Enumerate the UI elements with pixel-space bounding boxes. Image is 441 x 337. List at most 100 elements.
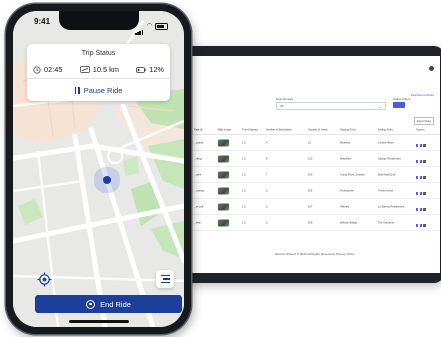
view-icon[interactable]: [416, 208, 419, 211]
date-filter-select[interactable]: All ⌄: [276, 102, 386, 110]
apply-filter-button[interactable]: [393, 102, 405, 108]
start-point: Willows Bridge: [340, 221, 358, 224]
col-users: Number of Users: [308, 128, 328, 132]
table-row[interactable]: ...et Loft 1.5 2 107 Hillcrest Lo Bambo …: [190, 199, 440, 215]
bookmarks: 2: [266, 221, 268, 224]
col-actions: Actions: [416, 128, 425, 132]
bike-thumbnail: [218, 139, 229, 146]
end-point: Skybay Residences: [378, 157, 401, 160]
admin-dashboard-screen: Dashboard Rides Date Rentals All ⌄ Statu…: [190, 56, 440, 273]
pause-ride-button[interactable]: Pause Ride: [27, 83, 170, 97]
end-ride-button[interactable]: End Ride: [35, 295, 182, 313]
col-bookmarks: Number of Bookmarks: [266, 128, 292, 132]
crosshair-icon: [37, 272, 52, 287]
ride-id: ...nceasy: [194, 189, 205, 192]
end-point: Tennis Arena: [378, 189, 393, 192]
clock-icon: [33, 65, 41, 74]
time-elapsed: 1.5: [242, 205, 246, 208]
table-row[interactable]: ...urbs 1.5 7 150 Grand Plaza Junction M…: [190, 167, 440, 183]
time-elapsed: 1.5: [242, 173, 246, 176]
view-icon[interactable]: [416, 224, 419, 227]
chevron-down-icon: ⌄: [378, 104, 382, 109]
users: 105: [308, 189, 313, 192]
end-point: Lo Bambo Residences: [378, 205, 405, 208]
table-row[interactable]: ...rking 1.5 8 120 Beachline Skybay Resi…: [190, 151, 440, 167]
table-row[interactable]: ...ekin 1.5 2 109 Willows Bridge The Gar…: [190, 215, 440, 231]
table-row[interactable]: ...nceasy 1.5 2 105 Forestacres Tennis A…: [190, 183, 440, 199]
edit-icon[interactable]: [419, 144, 423, 147]
edit-icon[interactable]: [419, 192, 423, 195]
time-elapsed: 1.5: [242, 141, 246, 144]
bookmarks: 4: [266, 141, 268, 144]
trip-time-value: 02:45: [44, 65, 63, 74]
phone-notch: [58, 11, 139, 30]
delete-icon[interactable]: [423, 224, 426, 227]
edit-icon[interactable]: [419, 224, 423, 227]
col-time: Time Elapsed: [242, 128, 258, 132]
col-bike-image: Bike Image: [218, 128, 231, 132]
users: 10: [308, 141, 311, 144]
status-bar-icons: ◠: [135, 17, 168, 35]
delete-icon[interactable]: [423, 192, 426, 195]
home-indicator[interactable]: [68, 320, 129, 323]
end-point: Central Metro: [378, 141, 394, 144]
distance-icon: [79, 66, 90, 73]
time-elapsed: 1.5: [242, 189, 246, 192]
trip-battery-value: 12%: [149, 65, 164, 74]
battery-icon: [136, 66, 146, 73]
pause-icon: [74, 86, 80, 94]
status-bar-time: 9:41: [34, 17, 51, 26]
trip-time: 02:45: [33, 65, 63, 74]
delete-icon[interactable]: [423, 176, 426, 179]
view-icon[interactable]: [416, 160, 419, 163]
view-icon[interactable]: [416, 144, 419, 147]
end-point: Mall Road End: [378, 173, 396, 176]
laptop-device: Dashboard Rides Date Rentals All ⌄ Statu…: [150, 46, 441, 283]
status-filter-label: Status Filters: [393, 97, 411, 101]
bookmarks: 2: [266, 205, 268, 208]
users: 150: [308, 173, 313, 176]
ride-id: ...urbs: [194, 173, 202, 176]
bookmarks: 7: [266, 173, 268, 176]
ride-tracking-screen: 9:41 ◠ Trip Status 02:45 10.5 km 12% Pau…: [13, 11, 184, 327]
ride-id: ...et Loft: [194, 205, 204, 208]
bike-thumbnail: [218, 187, 229, 194]
start-point: Hillcrest: [340, 205, 350, 208]
card-divider: [27, 78, 170, 79]
delete-icon[interactable]: [423, 160, 426, 163]
delete-icon[interactable]: [423, 144, 426, 147]
ride-id: ...rking: [194, 157, 202, 160]
menu-button[interactable]: [156, 270, 174, 288]
col-ride-id: Ride Id: [194, 128, 203, 132]
recenter-button[interactable]: [37, 272, 52, 287]
time-elapsed: 1.5: [242, 157, 246, 160]
start-point: Forestacres: [340, 189, 354, 192]
top-nav-links[interactable]: Dashboard Rides: [411, 94, 434, 97]
row-actions: [416, 214, 427, 232]
user-icon[interactable]: [429, 66, 434, 71]
battery-status-icon: [155, 22, 168, 30]
edit-icon[interactable]: [419, 208, 423, 211]
ride-id: ...ccbna: [194, 141, 204, 144]
export-button[interactable]: Export Data: [414, 117, 434, 125]
pause-ride-label: Pause Ride: [83, 85, 123, 95]
rides-table: Ride Id Bike Image Time Elapsed Number o…: [190, 126, 440, 231]
edit-icon[interactable]: [419, 160, 423, 163]
table-row[interactable]: ...ccbna 1.5 4 10 Rinkview Central Metro: [190, 135, 440, 151]
trip-status-title: Trip Status: [81, 50, 116, 57]
trip-stats: 02:45 10.5 km 12%: [33, 65, 164, 74]
trip-status-card: Trip Status 02:45 10.5 km 12% Pause Ride: [27, 44, 170, 101]
trip-distance-value: 10.5 km: [92, 65, 119, 74]
users: 107: [308, 205, 313, 208]
view-icon[interactable]: [416, 176, 419, 179]
menu-icon: [160, 275, 170, 277]
end-point: The Gardenia: [378, 221, 394, 224]
trip-distance: 10.5 km: [79, 65, 119, 74]
bike-thumbnail: [218, 155, 229, 162]
signal-icon: [135, 17, 144, 35]
view-icon[interactable]: [416, 192, 419, 195]
delete-icon[interactable]: [423, 208, 426, 211]
users: 109: [308, 221, 313, 224]
users: 120: [308, 157, 313, 160]
edit-icon[interactable]: [419, 176, 423, 179]
